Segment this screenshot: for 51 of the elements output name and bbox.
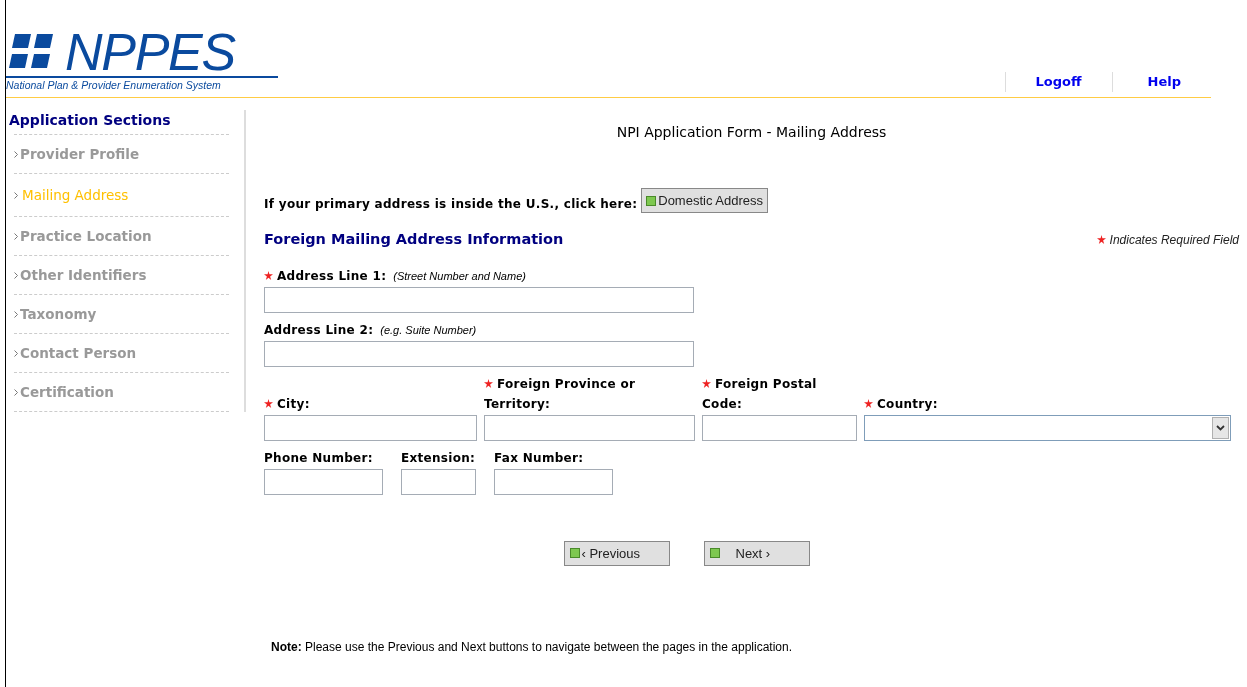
chevron-icon [14, 388, 18, 396]
input-field[interactable] [401, 468, 476, 495]
sidebar-item[interactable]: Mailing Address [22, 184, 129, 206]
domestic-address-button[interactable]: Domestic Address [641, 188, 768, 213]
sidebar-item[interactable]: Certification [20, 381, 114, 403]
required-asterisk-icon [1096, 235, 1106, 245]
chevron-icon [14, 232, 18, 240]
required-legend: Indicates Required Field [1109, 230, 1239, 249]
field-hint: (Street Number and Name) [393, 268, 526, 284]
chevron-icon [14, 191, 18, 199]
domestic-prompt: If your primary address is inside the U.S., click here: [264, 196, 638, 213]
chevron-icon [14, 349, 18, 357]
input-field[interactable] [264, 340, 694, 367]
input-field[interactable] [264, 286, 694, 313]
nav-button[interactable]: Next › [703, 540, 810, 566]
nav-button[interactable]: ‹ Previous [563, 540, 670, 566]
square-icon [709, 548, 720, 559]
country-dropdown[interactable] [864, 414, 1231, 441]
input-field[interactable] [264, 468, 383, 495]
header-link[interactable]: Logoff [1005, 72, 1112, 92]
field-label: Address Line 2: [264, 321, 375, 339]
square-icon [569, 548, 580, 559]
field-label: Fax Number: [494, 449, 585, 467]
sidebar-title: Application Sections [8, 111, 172, 130]
header-link[interactable]: Help [1112, 72, 1181, 92]
chevron-icon [14, 271, 18, 279]
logo-text: NPPES [65, 28, 235, 77]
field-label: City: [264, 393, 312, 414]
field-label: Extension: [401, 449, 477, 467]
field-label: Address Line 1: [264, 265, 389, 286]
field-hint: (e.g. Suite Number) [380, 322, 477, 338]
chevron-icon [14, 310, 18, 318]
note-text: Note: Please use the Previous and Next buttons to navigate between the pages in the application. [271, 638, 793, 656]
sidebar-item[interactable]: Provider Profile [20, 143, 140, 165]
field-label: Foreign Postal Code: [702, 375, 818, 413]
field-label: Country: [864, 393, 940, 414]
section-title: Foreign Mailing Address Information [264, 230, 564, 249]
field-label: Foreign Province or Territory: [484, 375, 637, 413]
sidebar-item[interactable]: Contact Person [20, 342, 137, 364]
input-field[interactable] [494, 468, 613, 495]
sidebar-item[interactable]: Other Identifiers [20, 264, 147, 286]
chevron-icon [14, 150, 18, 158]
input-field[interactable] [484, 414, 695, 441]
sidebar-item[interactable]: Practice Location [20, 225, 152, 247]
sidebar-item[interactable]: Taxonomy [20, 303, 97, 325]
square-icon [646, 195, 657, 206]
tagline: National Plan & Provider Enumeration System [6, 78, 222, 94]
page-title: NPI Application Form - Mailing Address [616, 123, 887, 142]
input-field[interactable] [702, 414, 857, 441]
field-label: Phone Number: [264, 449, 374, 467]
input-field[interactable] [264, 414, 477, 441]
